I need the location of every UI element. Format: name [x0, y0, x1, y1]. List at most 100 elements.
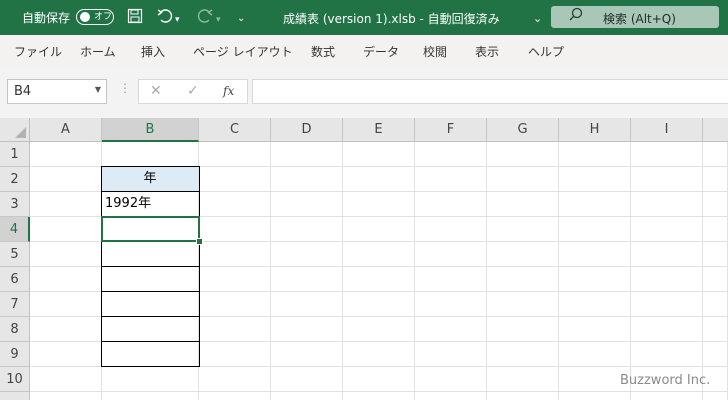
- cell-f6[interactable]: [415, 267, 487, 292]
- cell-h8[interactable]: [559, 317, 631, 342]
- undo-dropdown-icon[interactable]: ▾: [175, 11, 180, 29]
- cell-g11[interactable]: [487, 392, 559, 400]
- cell-g4[interactable]: [487, 217, 559, 242]
- cell-e11[interactable]: [343, 392, 415, 400]
- tab-file[interactable]: ファイル: [14, 43, 62, 60]
- cell-c3[interactable]: [199, 192, 271, 217]
- cell-b8[interactable]: [102, 317, 199, 342]
- cell-d8[interactable]: [271, 317, 343, 342]
- cell-i7[interactable]: [631, 292, 703, 317]
- cell-h3[interactable]: [559, 192, 631, 217]
- cell-j11[interactable]: [703, 392, 728, 400]
- redo-dropdown-icon[interactable]: ▾: [216, 11, 221, 29]
- cell-f10[interactable]: [415, 367, 487, 392]
- column-header-i[interactable]: I: [631, 118, 703, 142]
- cell-b1[interactable]: [102, 142, 199, 167]
- row-header-5[interactable]: 5: [0, 242, 30, 267]
- row-header-4[interactable]: 4: [0, 217, 30, 242]
- cell-g6[interactable]: [487, 267, 559, 292]
- cell-f2[interactable]: [415, 167, 487, 192]
- row-header-1[interactable]: 1: [0, 142, 30, 167]
- cell-i1[interactable]: [631, 142, 703, 167]
- cell-c4[interactable]: [199, 217, 271, 242]
- row-header-11[interactable]: [0, 392, 30, 400]
- cell-a1[interactable]: [30, 142, 102, 167]
- cell-c6[interactable]: [199, 267, 271, 292]
- cell-h6[interactable]: [559, 267, 631, 292]
- insert-function-icon[interactable]: fx: [223, 84, 234, 98]
- row-header-3[interactable]: 3: [0, 192, 30, 217]
- cell-j4[interactable]: [703, 217, 728, 242]
- row-header-2[interactable]: 2: [0, 167, 30, 192]
- cell-a8[interactable]: [30, 317, 102, 342]
- cell-h2[interactable]: [559, 167, 631, 192]
- cell-j6[interactable]: [703, 267, 728, 292]
- cancel-icon[interactable]: ✕: [150, 83, 162, 99]
- row-header-10[interactable]: 10: [0, 367, 30, 392]
- column-header-d[interactable]: D: [271, 118, 343, 142]
- column-header-a[interactable]: A: [30, 118, 102, 142]
- cell-b10[interactable]: [102, 367, 199, 392]
- name-box[interactable]: B4 ▼: [7, 79, 107, 104]
- cell-d10[interactable]: [271, 367, 343, 392]
- cell-b11[interactable]: [102, 392, 199, 400]
- cell-g2[interactable]: [487, 167, 559, 192]
- cell-b6[interactable]: [102, 267, 199, 292]
- cell-g5[interactable]: [487, 242, 559, 267]
- cell-c8[interactable]: [199, 317, 271, 342]
- cell-a2[interactable]: [30, 167, 102, 192]
- cell-f8[interactable]: [415, 317, 487, 342]
- cell-i8[interactable]: [631, 317, 703, 342]
- cell-a7[interactable]: [30, 292, 102, 317]
- cell-j9[interactable]: [703, 342, 728, 367]
- cell-a6[interactable]: [30, 267, 102, 292]
- cell-g1[interactable]: [487, 142, 559, 167]
- customize-toolbar-icon[interactable]: ⌄: [237, 10, 245, 28]
- active-cell-b4[interactable]: [101, 216, 200, 242]
- column-header-f[interactable]: F: [415, 118, 487, 142]
- row-header-6[interactable]: 6: [0, 267, 30, 292]
- column-header-b[interactable]: B: [102, 118, 199, 142]
- save-icon[interactable]: [127, 8, 143, 28]
- cell-d9[interactable]: [271, 342, 343, 367]
- cell-a9[interactable]: [30, 342, 102, 367]
- cell-g3[interactable]: [487, 192, 559, 217]
- cell-a11[interactable]: [30, 392, 102, 400]
- cell-b7[interactable]: [102, 292, 199, 317]
- tab-formulas[interactable]: 数式: [311, 43, 335, 60]
- row-header-7[interactable]: 7: [0, 292, 30, 317]
- cell-c9[interactable]: [199, 342, 271, 367]
- cell-e4[interactable]: [343, 217, 415, 242]
- cell-a4[interactable]: [30, 217, 102, 242]
- cell-h5[interactable]: [559, 242, 631, 267]
- cell-j8[interactable]: [703, 317, 728, 342]
- cell-d2[interactable]: [271, 167, 343, 192]
- cell-e5[interactable]: [343, 242, 415, 267]
- cell-e10[interactable]: [343, 367, 415, 392]
- cell-j3[interactable]: [703, 192, 728, 217]
- cell-i4[interactable]: [631, 217, 703, 242]
- cell-b2[interactable]: 年: [102, 167, 199, 192]
- chevron-down-icon[interactable]: ▼: [95, 85, 101, 94]
- cell-j5[interactable]: [703, 242, 728, 267]
- cell-g10[interactable]: [487, 367, 559, 392]
- cell-d7[interactable]: [271, 292, 343, 317]
- cell-i2[interactable]: [631, 167, 703, 192]
- tab-home[interactable]: ホーム: [80, 43, 116, 60]
- tab-page-layout[interactable]: ページ レイアウト: [193, 43, 293, 60]
- column-header-c[interactable]: C: [199, 118, 271, 142]
- cell-e7[interactable]: [343, 292, 415, 317]
- cell-a5[interactable]: [30, 242, 102, 267]
- column-header-h[interactable]: H: [559, 118, 631, 142]
- cell-a3[interactable]: [30, 192, 102, 217]
- cell-d1[interactable]: [271, 142, 343, 167]
- tab-view[interactable]: 表示: [475, 43, 499, 60]
- fill-handle[interactable]: [196, 238, 203, 245]
- cell-a10[interactable]: [30, 367, 102, 392]
- cell-f3[interactable]: [415, 192, 487, 217]
- cell-b5[interactable]: [102, 242, 199, 267]
- formula-input[interactable]: [252, 79, 728, 104]
- cell-f5[interactable]: [415, 242, 487, 267]
- cell-h1[interactable]: [559, 142, 631, 167]
- cell-j2[interactable]: [703, 167, 728, 192]
